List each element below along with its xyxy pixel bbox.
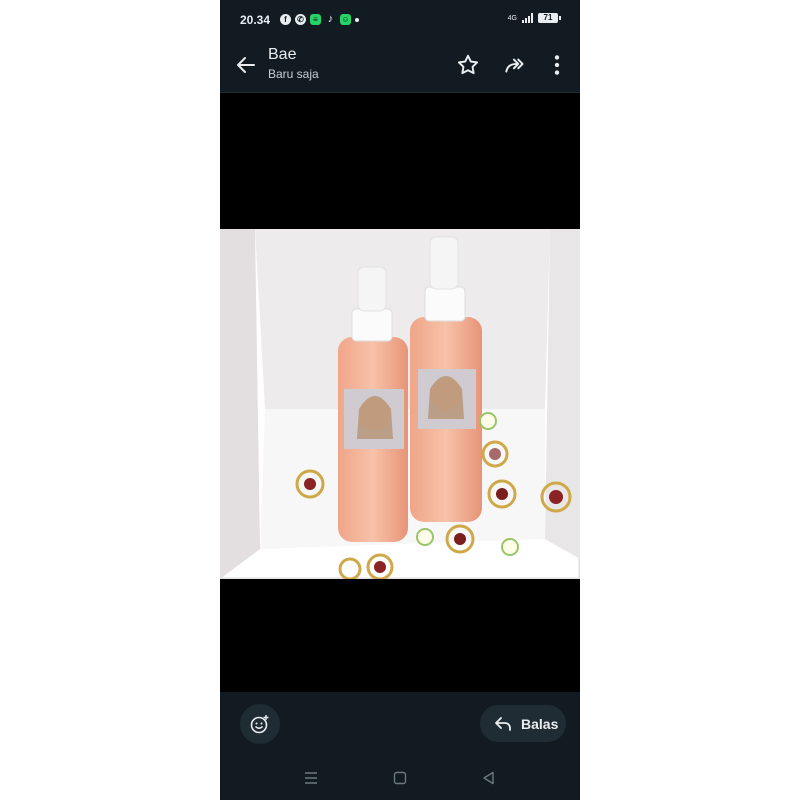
battery-level: 71 xyxy=(543,13,553,22)
system-nav-bar xyxy=(220,756,580,800)
product-photo[interactable] xyxy=(220,229,580,579)
more-notifications-dot xyxy=(355,17,359,22)
contact-name[interactable]: Bae xyxy=(268,46,296,64)
reply-button[interactable]: Balas xyxy=(480,705,566,742)
home-icon[interactable] xyxy=(391,770,409,786)
tiktok-icon: ♪ xyxy=(327,13,334,25)
status-time-label: Baru saja xyxy=(268,67,319,81)
bottom-bar: Balas xyxy=(220,692,580,756)
message-icon: ≡ xyxy=(310,14,321,25)
forward-icon[interactable] xyxy=(502,52,528,78)
signal-icon xyxy=(522,13,533,23)
recent-apps-icon[interactable] xyxy=(302,770,320,786)
system-icons: 4G 71 xyxy=(507,13,561,23)
reply-label: Balas xyxy=(521,716,559,732)
battery-icon: 71 xyxy=(538,13,561,23)
back-arrow-icon[interactable] xyxy=(234,53,258,77)
more-options-icon[interactable] xyxy=(544,52,570,78)
emoji-react-button[interactable] xyxy=(240,704,280,744)
notification-icons: f ✆ ≡ ♪ ☺ xyxy=(280,14,359,25)
reply-icon xyxy=(495,717,511,731)
status-time: 20.34 xyxy=(240,13,271,27)
app-bar: Bae Baru saja xyxy=(220,40,580,93)
star-icon[interactable] xyxy=(455,52,481,78)
back-nav-icon[interactable] xyxy=(480,770,498,786)
facebook-icon: f xyxy=(280,14,291,25)
emoji-add-icon xyxy=(250,715,269,734)
phone-screen: 20.34 f ✆ ≡ ♪ ☺ 4G 71 Bae Baru saja Bala… xyxy=(220,0,580,800)
network-type: 4G xyxy=(507,14,517,22)
chat-icon: ☺ xyxy=(340,14,351,25)
whatsapp-icon: ✆ xyxy=(295,14,306,25)
status-bar: 20.34 f ✆ ≡ ♪ ☺ 4G 71 xyxy=(220,0,580,40)
